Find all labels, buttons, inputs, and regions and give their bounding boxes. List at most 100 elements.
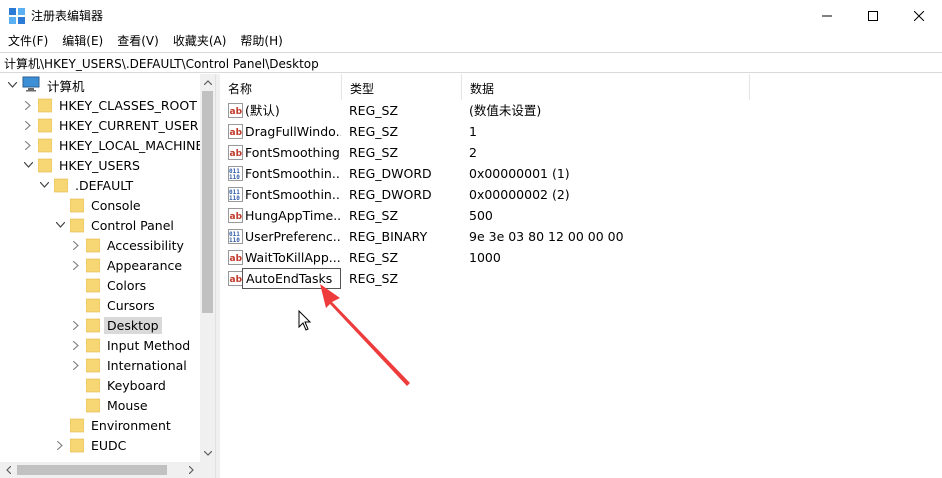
- close-button[interactable]: [896, 0, 942, 31]
- folder-icon: [85, 378, 101, 393]
- tree-item-label: Input Method: [107, 337, 191, 353]
- folder-icon: [69, 418, 85, 433]
- tree-item[interactable]: 计算机: [6, 75, 88, 95]
- string-value-icon: ab: [228, 103, 243, 118]
- string-value-icon: ab: [228, 124, 243, 139]
- minimize-button[interactable]: [804, 0, 850, 31]
- value-data: 500: [469, 208, 493, 223]
- column-header-name[interactable]: 名称: [220, 74, 342, 100]
- value-type: REG_SZ: [349, 208, 399, 223]
- value-data: 1: [469, 124, 477, 139]
- tree-item-label: Environment: [91, 417, 171, 433]
- value-row[interactable]: ab WaitToKillApp... REG_SZ 1000: [220, 247, 942, 268]
- value-row[interactable]: ab (默认) REG_SZ (数值未设置): [220, 100, 942, 121]
- value-type: REG_SZ: [349, 145, 399, 160]
- tree-vertical-scrollbar[interactable]: [200, 74, 215, 462]
- scrollbar-corner: [200, 462, 215, 478]
- tree-item[interactable]: Desktop: [70, 315, 162, 335]
- tree-item[interactable]: Colors: [70, 275, 149, 295]
- string-value-icon: ab: [228, 250, 243, 265]
- value-type: REG_SZ: [349, 250, 399, 265]
- svg-text:ab: ab: [230, 107, 243, 117]
- chevron-right-icon[interactable]: [70, 255, 82, 275]
- chevron-right-icon[interactable]: [70, 335, 82, 355]
- chevron-right-icon[interactable]: [70, 235, 82, 255]
- menu-edit[interactable]: 编辑(E): [54, 31, 109, 51]
- chevron-down-icon[interactable]: [38, 175, 50, 195]
- tree-item[interactable]: International: [70, 355, 190, 375]
- tree-item-label: HKEY_LOCAL_MACHINE: [59, 137, 204, 153]
- regedit-icon: [9, 8, 25, 24]
- tree-item[interactable]: Mouse: [70, 395, 151, 415]
- maximize-button[interactable]: [850, 0, 896, 31]
- chevron-right-icon[interactable]: [70, 315, 82, 335]
- tree-item-label: HKEY_CURRENT_USER: [59, 117, 199, 133]
- value-row[interactable]: ab FontSmoothing REG_SZ 2: [220, 142, 942, 163]
- tree-item[interactable]: Appearance: [70, 255, 185, 275]
- folder-icon: [85, 258, 101, 273]
- tree-item[interactable]: Keyboard: [70, 375, 169, 395]
- list-header: 名称 类型 数据: [220, 74, 942, 100]
- binary-value-icon: 011 110: [228, 229, 243, 244]
- menu-favorites[interactable]: 收藏夹(A): [165, 31, 233, 51]
- menu-file[interactable]: 文件(F): [0, 31, 54, 51]
- value-row[interactable]: 011 110 UserPreferenc... REG_BINARY 9e 3e 03…: [220, 226, 942, 247]
- tree-item-label: Appearance: [107, 257, 183, 273]
- menu-help[interactable]: 帮助(H): [232, 31, 288, 51]
- tree-item[interactable]: Console: [54, 195, 144, 215]
- binary-value-icon: 011 110: [228, 187, 243, 202]
- tree-item[interactable]: Control Panel: [54, 215, 177, 235]
- folder-icon: [85, 278, 101, 293]
- menu-view[interactable]: 查看(V): [109, 31, 165, 51]
- tree-item[interactable]: HKEY_USERS: [22, 155, 143, 175]
- tree-item-label: HKEY_CLASSES_ROOT: [59, 97, 197, 113]
- value-row[interactable]: ab HungAppTime... REG_SZ 500: [220, 205, 942, 226]
- chevron-down-icon[interactable]: [6, 75, 18, 95]
- tree-item-label: International: [107, 357, 187, 373]
- tree-item[interactable]: HKEY_LOCAL_MACHINE: [22, 135, 206, 155]
- tree-item[interactable]: Accessibility: [70, 235, 187, 255]
- tree-vertical-scroll-thumb[interactable]: [202, 91, 213, 313]
- key-tree[interactable]: 计算机 HKEY_CLASSES_ROOT HKEY_CURRENT_USER HKE…: [0, 74, 215, 478]
- tree-item[interactable]: EUDC: [54, 435, 129, 455]
- tree-horizontal-scroll-thumb[interactable]: [17, 465, 167, 475]
- chevron-down-icon[interactable]: [22, 155, 34, 175]
- value-data: 0x00000001 (1): [469, 166, 570, 181]
- tree-item-label: Cursors: [107, 297, 155, 313]
- value-row[interactable]: 011 110 FontSmoothin... REG_DWORD 0x00000002…: [220, 184, 942, 205]
- tree-item-label: 计算机: [47, 78, 85, 94]
- title-bar: 注册表编辑器: [0, 0, 942, 31]
- column-header-type[interactable]: 类型: [342, 74, 462, 100]
- tree-item[interactable]: HKEY_CLASSES_ROOT: [22, 95, 200, 115]
- window-title: 注册表编辑器: [31, 9, 104, 23]
- chevron-right-icon[interactable]: [54, 435, 66, 455]
- value-data: 0x00000002 (2): [469, 187, 570, 202]
- string-value-icon: ab: [228, 145, 243, 160]
- address-bar[interactable]: 计算机\HKEY_USERS\.DEFAULT\Control Panel\De…: [0, 52, 942, 73]
- value-row[interactable]: 011 110 FontSmoothin... REG_DWORD 0x00000001…: [220, 163, 942, 184]
- chevron-right-icon[interactable]: [22, 135, 34, 155]
- value-row[interactable]: ab DragFullWindo... REG_SZ 1: [220, 121, 942, 142]
- scroll-right-arrow-icon[interactable]: [183, 462, 200, 478]
- value-data: 1000: [469, 250, 501, 265]
- scroll-down-arrow-icon[interactable]: [200, 445, 215, 462]
- chevron-right-icon[interactable]: [22, 95, 34, 115]
- tree-item[interactable]: HKEY_CURRENT_USER: [22, 115, 201, 135]
- chevron-right-icon[interactable]: [22, 115, 34, 135]
- folder-icon: [37, 98, 53, 113]
- folder-icon: [37, 118, 53, 133]
- scroll-left-arrow-icon[interactable]: [0, 462, 17, 478]
- chevron-down-icon[interactable]: [54, 215, 66, 235]
- scroll-up-arrow-icon[interactable]: [200, 74, 215, 91]
- value-type: REG_BINARY: [349, 229, 428, 244]
- column-header-data[interactable]: 数据: [462, 74, 750, 100]
- tree-item[interactable]: .DEFAULT: [38, 175, 136, 195]
- tree-item[interactable]: Environment: [54, 415, 174, 435]
- tree-horizontal-scrollbar[interactable]: [0, 462, 215, 478]
- value-type: REG_SZ: [349, 103, 399, 118]
- tree-item[interactable]: Cursors: [70, 295, 158, 315]
- tree-item[interactable]: Input Method: [70, 335, 193, 355]
- chevron-right-icon[interactable]: [70, 355, 82, 375]
